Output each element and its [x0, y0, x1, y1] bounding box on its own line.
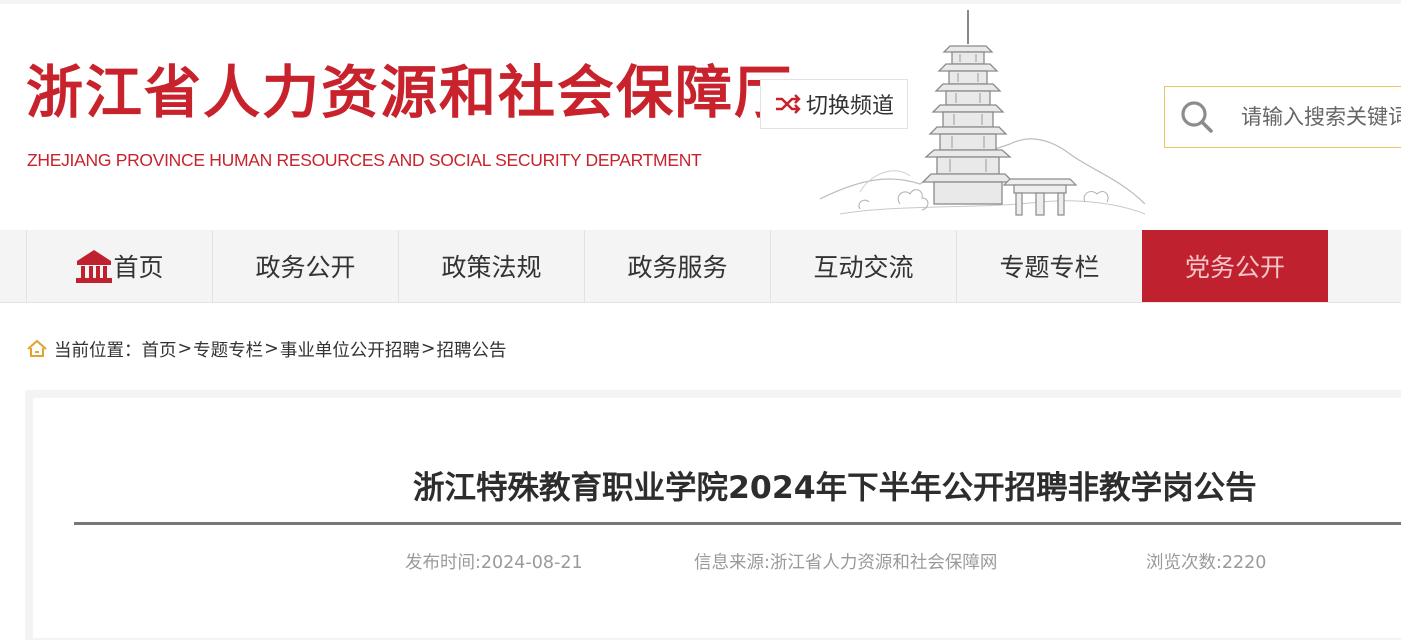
breadcrumb-public-recruitment[interactable]: 事业单位公开招聘	[280, 337, 420, 362]
breadcrumb: 当前位置： 首页 > 专题专栏 > 事业单位公开招聘 > 招聘公告	[26, 336, 507, 362]
search-input[interactable]	[1239, 104, 1401, 130]
shuffle-icon	[775, 94, 801, 114]
search-icon[interactable]	[1177, 97, 1217, 137]
breadcrumb-separator: >	[420, 339, 436, 359]
home-temple-icon	[76, 250, 113, 283]
title-divider	[74, 522, 1401, 525]
breadcrumb-special-topics[interactable]: 专题专栏	[193, 337, 263, 362]
info-source: 信息来源:浙江省人力资源和社会保障网	[694, 553, 998, 573]
site-logo-chinese[interactable]: 浙江省人力资源和社会保障厅	[26, 64, 793, 121]
nav-item-policies[interactable]: 政策法规	[398, 230, 584, 302]
main-nav: 首页 政务公开 政策法规 政务服务 互动交流 专题专栏 党务公开	[0, 230, 1401, 501]
pagoda-illustration	[819, 10, 1146, 216]
site-logo-english[interactable]: ZHEJIANG PROVINCE HUMAN RESOURCES AND SO…	[27, 150, 702, 171]
breadcrumb-recruitment-notice[interactable]: 招聘公告	[437, 337, 507, 362]
nav-item-services[interactable]: 政务服务	[584, 230, 770, 302]
nav-item-special-topics[interactable]: 专题专栏	[956, 230, 1142, 302]
breadcrumb-prefix: 当前位置：	[54, 340, 142, 361]
breadcrumb-separator: >	[264, 339, 279, 359]
search-box	[1164, 86, 1401, 148]
nav-item-interaction[interactable]: 互动交流	[770, 230, 956, 302]
nav-item-party-affairs[interactable]: 党务公开	[1142, 230, 1328, 302]
article-title: 浙江特殊教育职业学院2024年下半年公开招聘非教学岗公告	[413, 470, 1257, 506]
article-panel	[33, 398, 1401, 638]
site-header: 浙江省人力资源和社会保障厅 ZHEJIANG PROVINCE HUMAN RE…	[0, 4, 1401, 230]
publish-time: 发布时间:2024-08-21	[405, 553, 583, 573]
breadcrumb-separator: >	[177, 339, 193, 359]
breadcrumb-home[interactable]: 首页	[142, 337, 177, 362]
nav-label-home: 首页	[113, 253, 164, 282]
nav-item-government-affairs[interactable]: 政务公开	[212, 230, 398, 302]
nav-item-home[interactable]: 首页	[26, 230, 212, 302]
home-icon	[27, 339, 47, 357]
view-count: 浏览次数:2220	[1146, 553, 1267, 573]
